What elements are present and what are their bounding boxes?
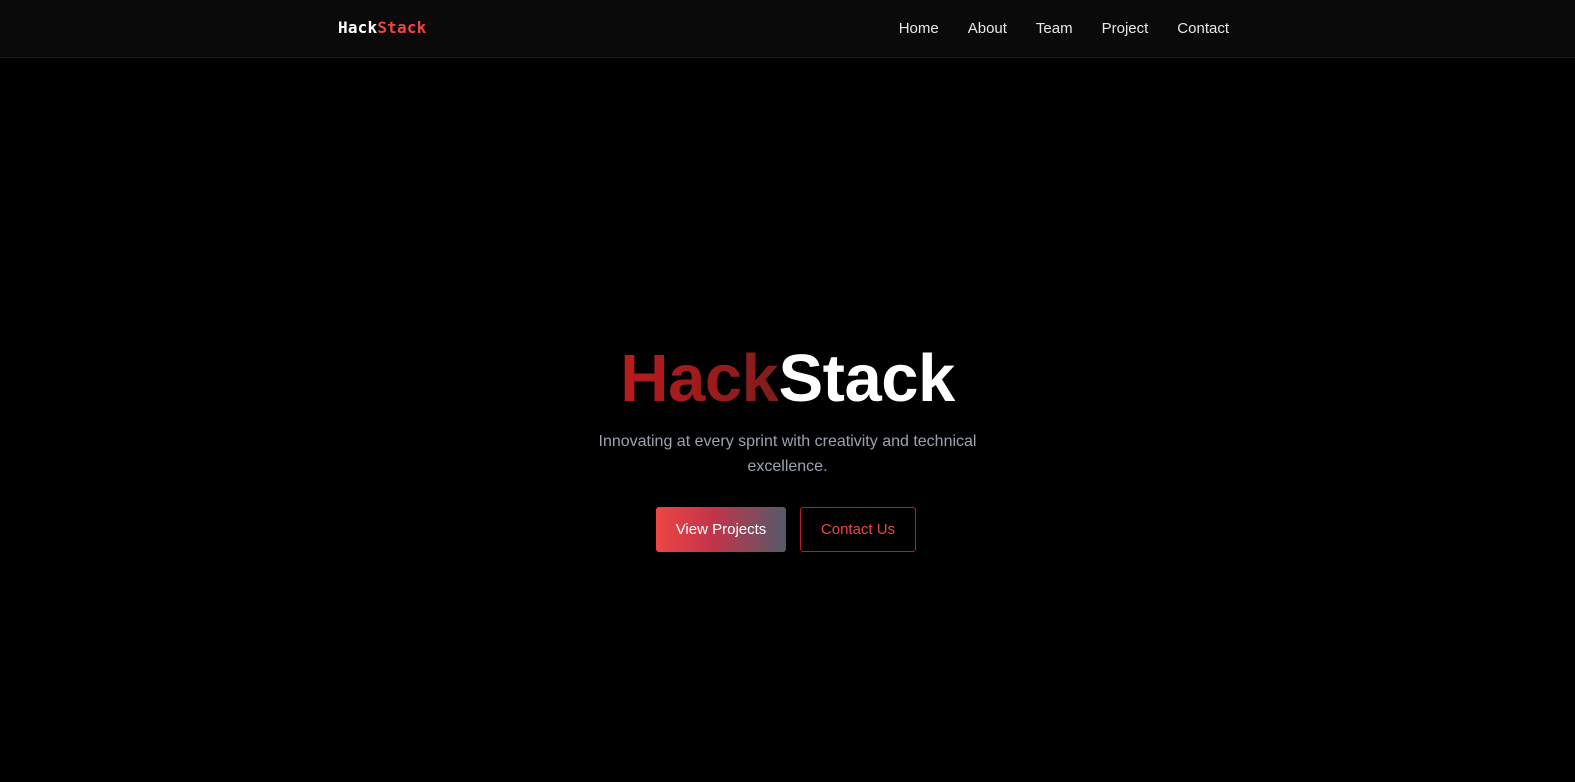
- brand-logo-stack: Stack: [377, 18, 427, 37]
- nav-link-project[interactable]: Project: [1102, 19, 1149, 39]
- nav-links: Home About Team Project Contact: [899, 0, 1229, 58]
- top-navbar: HackStack Home About Team Project Contac…: [0, 0, 1575, 58]
- nav-link-home[interactable]: Home: [899, 19, 939, 39]
- hero-section: HackStack Innovating at every sprint wit…: [0, 59, 1575, 782]
- nav-link-team[interactable]: Team: [1036, 19, 1073, 39]
- brand-logo[interactable]: HackStack: [338, 18, 427, 38]
- hero-subtitle: Innovating at every sprint with creativi…: [598, 433, 977, 475]
- view-projects-button[interactable]: View Projects: [656, 507, 786, 552]
- hero-title: HackStack: [0, 341, 1575, 417]
- nav-link-contact[interactable]: Contact: [1177, 19, 1229, 39]
- contact-us-button[interactable]: Contact Us: [800, 507, 916, 552]
- hero-title-hack: Hack: [620, 341, 779, 416]
- brand-logo-hack: Hack: [338, 18, 378, 37]
- hero-title-stack: Stack: [778, 341, 955, 416]
- nav-link-about[interactable]: About: [968, 19, 1007, 39]
